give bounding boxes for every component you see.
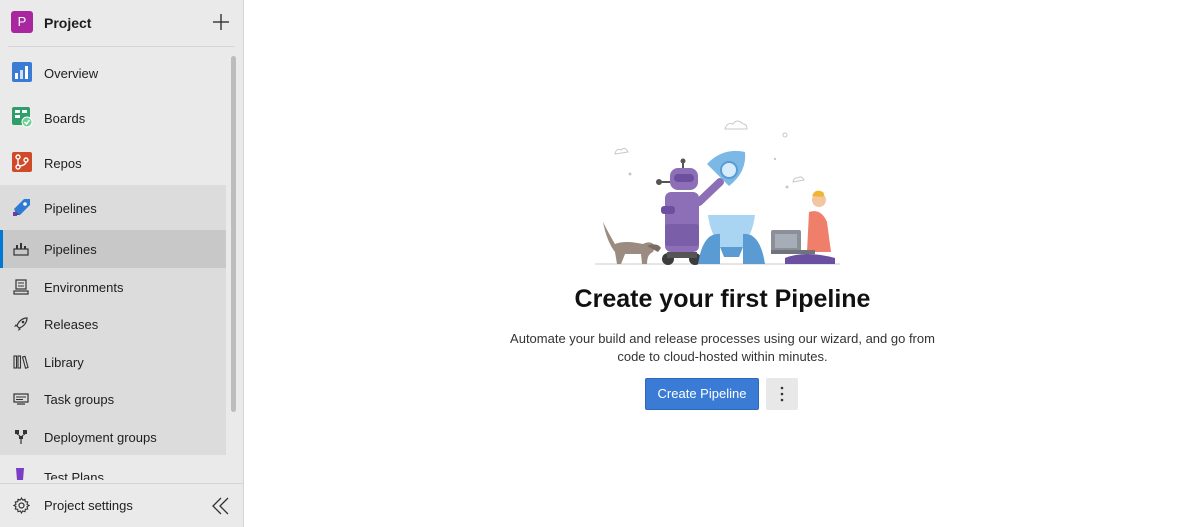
- overview-icon: [12, 62, 32, 82]
- nav-item-boards[interactable]: Boards: [0, 95, 226, 140]
- collapse-sidebar-icon[interactable]: [210, 495, 232, 517]
- subnav-item-library[interactable]: Library: [0, 343, 226, 381]
- pipeline-illustration: [595, 120, 840, 265]
- main-content: Create your first Pipeline Automate your…: [245, 0, 1200, 527]
- subnav-label-library: Library: [44, 354, 84, 370]
- environments-icon: [13, 278, 29, 295]
- subnav-item-deployment-groups[interactable]: Deployment groups: [0, 418, 226, 456]
- task-groups-icon: [13, 393, 29, 405]
- nav-item-repos[interactable]: Repos: [0, 140, 226, 185]
- create-pipeline-button[interactable]: Create Pipeline: [645, 378, 759, 410]
- subnav-label-releases: Releases: [44, 317, 99, 332]
- subnav-item-releases[interactable]: Releases: [0, 305, 226, 343]
- app-window: P Project Overview Boards Repos Pipeline…: [0, 0, 1200, 527]
- library-icon: [13, 354, 29, 369]
- nav-label-repos: Repos: [44, 156, 82, 171]
- page-description: Automate your build and release processe…: [510, 331, 935, 364]
- project-name[interactable]: Project: [44, 15, 91, 31]
- sidebar-footer: Project settings: [0, 483, 243, 527]
- rocket-icon: [14, 317, 28, 331]
- project-header[interactable]: P Project: [0, 0, 243, 46]
- sidebar-scrollbar[interactable]: [231, 56, 236, 412]
- main-nav: Overview Boards Repos Pipelines: [0, 50, 226, 230]
- test-plans-icon: [16, 468, 24, 480]
- pipelines-icon: [13, 199, 30, 216]
- nav-label-boards: Boards: [44, 111, 86, 126]
- subnav-item-task-groups[interactable]: Task groups: [0, 380, 226, 418]
- subnav-label-deployment-groups: Deployment groups: [44, 429, 157, 445]
- nav-item-overview[interactable]: Overview: [0, 50, 226, 95]
- add-icon[interactable]: [211, 12, 231, 32]
- page-title: Create your first Pipeline: [574, 285, 871, 313]
- subnav-item-environments[interactable]: Environments: [0, 268, 226, 306]
- nav-label-test-plans: Test Plans: [44, 470, 104, 480]
- pipelines-sub-icon: [13, 243, 29, 256]
- nav-label-pipelines: Pipelines: [44, 201, 97, 216]
- project-settings-link[interactable]: Project settings: [44, 498, 133, 513]
- subnav-label-environments: Environments: [44, 279, 124, 295]
- sidebar: P Project Overview Boards Repos Pipeline…: [0, 0, 244, 527]
- pipelines-subnav: Pipelines Environments Releases Library …: [0, 230, 226, 455]
- nav-item-test-plans[interactable]: Test Plans: [0, 460, 226, 480]
- gear-icon: [13, 497, 30, 514]
- project-avatar: P: [11, 11, 33, 33]
- header-divider: [8, 46, 234, 47]
- boards-icon: [12, 107, 33, 128]
- subnav-label-task-groups: Task groups: [44, 392, 115, 407]
- subnav-item-pipelines[interactable]: Pipelines: [0, 230, 226, 268]
- subnav-label-pipelines: Pipelines: [44, 242, 97, 257]
- nav-item-pipelines[interactable]: Pipelines: [0, 185, 226, 230]
- more-vertical-icon: [780, 386, 784, 402]
- repos-icon: [12, 152, 32, 172]
- more-options-button[interactable]: [766, 378, 798, 410]
- nav-label-overview: Overview: [44, 66, 99, 81]
- deployment-groups-icon: [15, 429, 27, 444]
